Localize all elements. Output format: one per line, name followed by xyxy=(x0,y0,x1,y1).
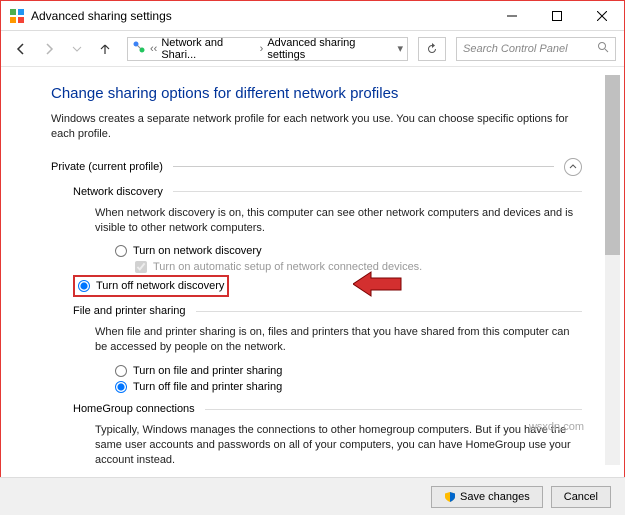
nd-turn-on-radio[interactable]: Turn on network discovery xyxy=(115,243,582,259)
minimize-button[interactable] xyxy=(489,1,534,31)
scrollbar[interactable] xyxy=(605,75,620,465)
network-icon xyxy=(132,40,146,57)
crumb-current[interactable]: Advanced sharing settings xyxy=(267,37,389,61)
fps-desc: When file and printer sharing is on, fil… xyxy=(95,325,582,355)
fps-title: File and printer sharing xyxy=(73,305,186,317)
watermark: wsxdn.com xyxy=(529,421,584,433)
nd-turn-off-radio[interactable]: Turn off network discovery xyxy=(78,278,224,294)
page-intro: Windows creates a separate network profi… xyxy=(51,112,582,142)
page-heading: Change sharing options for different net… xyxy=(51,85,582,102)
control-panel-icon xyxy=(9,8,25,24)
title-bar: Advanced sharing settings xyxy=(1,1,624,31)
nd-title: Network discovery xyxy=(73,186,163,198)
profile-label: Private (current profile) xyxy=(51,161,163,173)
network-discovery-section: Network discovery When network discovery… xyxy=(73,186,582,298)
scrollbar-thumb[interactable] xyxy=(605,75,620,255)
hg-desc: Typically, Windows manages the connectio… xyxy=(95,423,582,468)
fps-turn-on-radio[interactable]: Turn on file and printer sharing xyxy=(115,363,582,379)
cancel-button[interactable]: Cancel xyxy=(551,486,611,508)
maximize-button[interactable] xyxy=(534,1,579,31)
recent-dropdown[interactable] xyxy=(65,37,89,61)
file-printer-section: File and printer sharing When file and p… xyxy=(73,305,582,395)
back-button[interactable] xyxy=(9,37,33,61)
fps-turn-off-radio[interactable]: Turn off file and printer sharing xyxy=(115,379,582,395)
search-input[interactable]: Search Control Panel xyxy=(456,37,616,61)
search-icon xyxy=(597,41,609,56)
chevron-left-icon: ‹‹ xyxy=(150,43,157,55)
footer-bar: Save changes Cancel xyxy=(0,477,625,515)
hg-title: HomeGroup connections xyxy=(73,403,195,415)
homegroup-section: HomeGroup connections Typically, Windows… xyxy=(73,403,582,477)
search-placeholder: Search Control Panel xyxy=(463,43,568,55)
save-changes-button[interactable]: Save changes xyxy=(431,486,543,508)
navigation-bar: ‹‹ Network and Shari... › Advanced shari… xyxy=(1,31,624,67)
window-title: Advanced sharing settings xyxy=(31,9,489,23)
close-button[interactable] xyxy=(579,1,624,31)
refresh-button[interactable] xyxy=(418,37,446,61)
collapse-button[interactable] xyxy=(564,158,582,176)
shield-icon xyxy=(444,491,456,503)
content-area: Change sharing options for different net… xyxy=(1,67,624,477)
crumb-parent[interactable]: Network and Shari... xyxy=(161,37,255,61)
profile-section-header: Private (current profile) xyxy=(51,158,582,176)
breadcrumb[interactable]: ‹‹ Network and Shari... › Advanced shari… xyxy=(127,37,408,61)
forward-button[interactable] xyxy=(37,37,61,61)
nd-desc: When network discovery is on, this compu… xyxy=(95,206,582,236)
red-arrow-callout xyxy=(353,269,403,302)
chevron-down-icon[interactable]: ▾ xyxy=(397,42,403,55)
up-button[interactable] xyxy=(93,37,117,61)
chevron-right-icon: › xyxy=(260,43,264,55)
